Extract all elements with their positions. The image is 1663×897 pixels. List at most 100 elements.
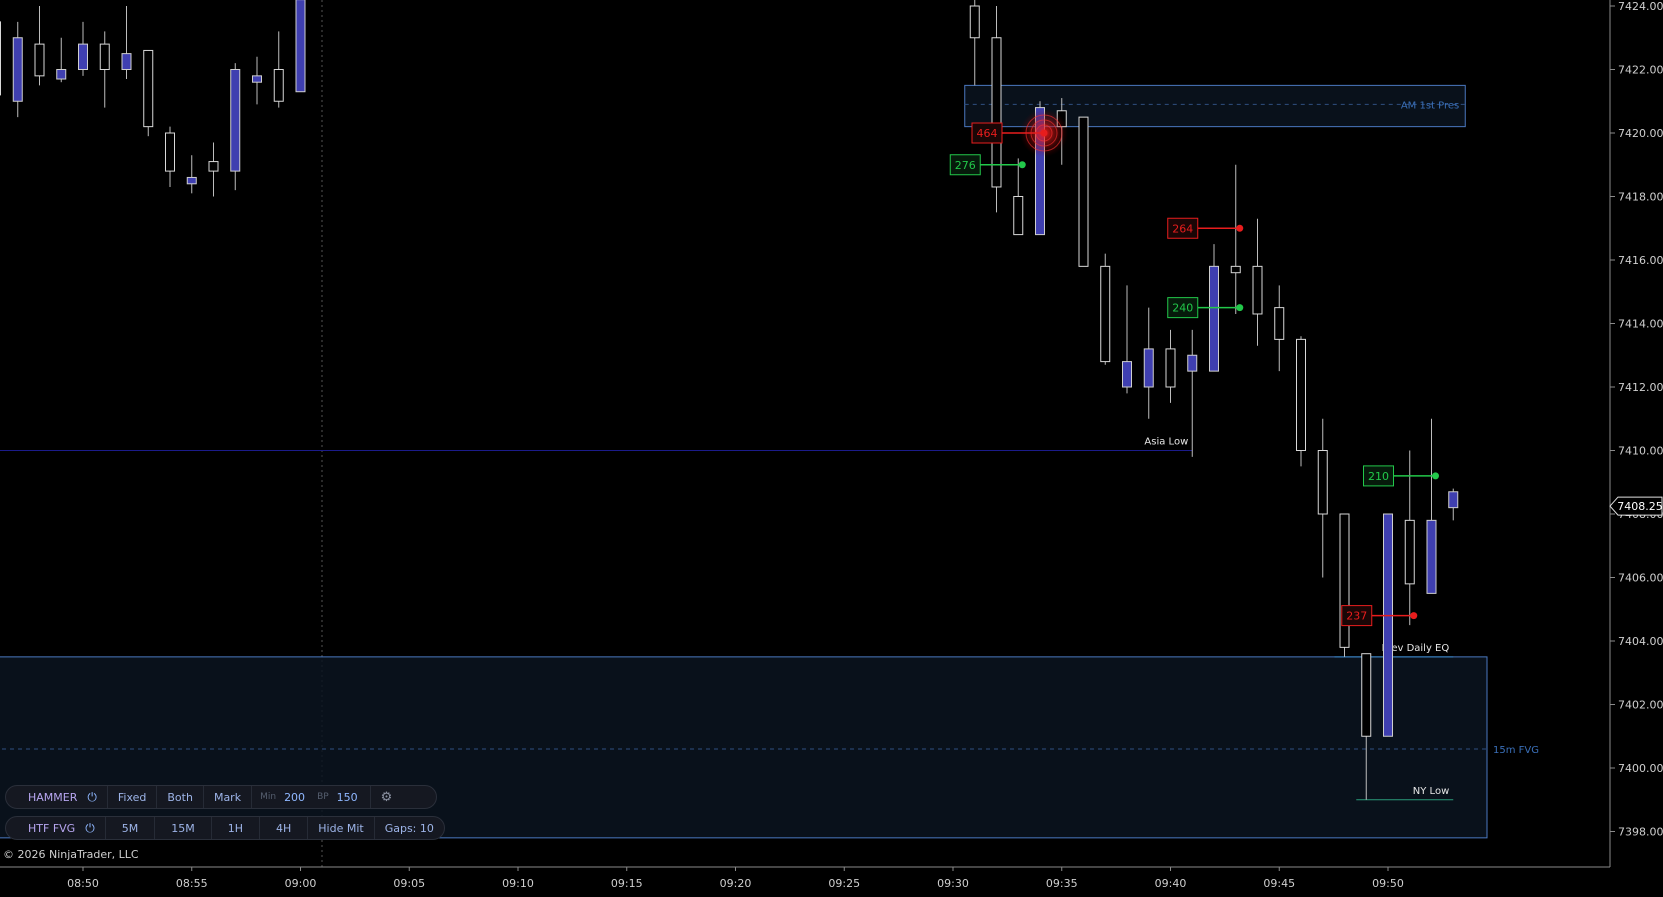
time-tick-label: 09:40	[1155, 877, 1187, 890]
candle-body	[186, 176, 197, 185]
settings-button[interactable]: ⚙	[371, 786, 403, 808]
candle-body	[1013, 196, 1024, 236]
htf-fvg-toolbar: HTF FVG ⏻ 5M 15M 1H 4H Hide Mit Gaps: 10	[5, 816, 445, 840]
price-tick-label: 7420.00	[1618, 127, 1663, 140]
candle-body	[1143, 348, 1154, 388]
power-icon[interactable]: ⏻	[85, 821, 95, 836]
price-tick-label: 7402.00	[1618, 699, 1663, 712]
candle-body	[1078, 116, 1089, 267]
zone-label: AM 1st Pres	[1401, 100, 1459, 111]
marker-value: 237	[1346, 610, 1367, 623]
candle-body	[252, 75, 262, 83]
price-tick-label: 7414.00	[1618, 318, 1663, 331]
time-tick-label: 09:45	[1263, 877, 1295, 890]
candle-body	[56, 69, 67, 80]
candle-body	[969, 5, 980, 39]
price-tick-label: 7424.00	[1618, 0, 1663, 13]
candle-body	[1274, 307, 1285, 340]
copyright-text: © 2026 NinjaTrader, LLC	[3, 848, 139, 861]
price-tick-label: 7400.00	[1618, 762, 1663, 775]
price-tick-label: 7404.00	[1618, 635, 1663, 648]
price-tick-label: 7418.00	[1618, 191, 1663, 204]
candle-body	[165, 132, 175, 172]
candle-body	[295, 0, 306, 93]
candle-body	[121, 53, 132, 70]
price-chart[interactable]: AM 1st Pres15m FVG Asia LowPrev Daily EQ…	[0, 0, 1663, 897]
candle-body	[1296, 338, 1306, 451]
time-tick-label: 09:30	[937, 877, 969, 890]
mode-button[interactable]: Fixed	[108, 786, 158, 808]
price-tick-label: 7422.00	[1618, 64, 1663, 77]
candle-body	[1165, 348, 1176, 388]
power-icon[interactable]: ⏻	[87, 790, 97, 805]
tf-4h-button[interactable]: 4H	[260, 817, 309, 839]
candle-body	[1383, 513, 1393, 737]
bp-value-input[interactable]: 150	[333, 791, 366, 804]
time-tick-label: 09:20	[720, 877, 752, 890]
time-tick-label: 09:35	[1046, 877, 1078, 890]
htf-fvg-toggle[interactable]: HTF FVG ⏻	[14, 817, 106, 839]
candle-body	[1100, 265, 1111, 363]
candle-body	[12, 37, 23, 102]
candle-body	[273, 69, 284, 102]
marker-value: 264	[1172, 222, 1193, 235]
price-tick-label: 7412.00	[1618, 381, 1663, 394]
tf-15m-button[interactable]: 15M	[155, 817, 212, 839]
price-tick-label: 7410.00	[1618, 445, 1663, 458]
candle-body	[230, 69, 241, 172]
candle-body	[1339, 513, 1350, 648]
bp-label: BP	[317, 792, 329, 802]
zone-15m-fvg	[0, 656, 1488, 839]
tf-1h-button[interactable]: 1H	[212, 817, 260, 839]
candle-body	[1252, 265, 1263, 315]
htf-fvg-title: HTF FVG	[28, 821, 76, 835]
marker-dot	[1236, 224, 1244, 232]
time-tick-label: 09:05	[393, 877, 425, 890]
hammer-toggle[interactable]: HAMMER ⏻	[14, 786, 108, 808]
marker-dot	[1236, 304, 1244, 312]
min-value-input[interactable]: 200	[280, 791, 313, 804]
candle-body	[1187, 354, 1198, 372]
candle-body	[78, 43, 88, 70]
marker-dot	[1432, 472, 1439, 480]
marker-dot	[1040, 129, 1048, 137]
zone-label: 15m FVG	[1493, 745, 1539, 756]
marker-value: 464	[977, 127, 998, 140]
hammer-toolbar: HAMMER ⏻ Fixed Both Mark Min 200 BP 150 …	[5, 785, 437, 809]
time-tick-label: 09:10	[502, 877, 534, 890]
time-tick-label: 08:50	[67, 877, 99, 890]
candle-body	[1317, 450, 1328, 515]
current-price-label: 7408.25	[1617, 500, 1663, 513]
candle-body	[1122, 361, 1132, 388]
hammer-title: HAMMER	[28, 790, 78, 804]
candle-body	[1209, 265, 1219, 372]
marker-value: 240	[1172, 302, 1193, 315]
gear-icon: ⚙	[380, 789, 393, 805]
hide-mitigated-button[interactable]: Hide Mit	[308, 817, 375, 839]
min-bp-group: Min 200 BP 150	[252, 786, 371, 808]
display-button[interactable]: Mark	[204, 786, 253, 808]
time-tick-label: 09:00	[285, 877, 317, 890]
price-tick-label: 7398.00	[1618, 826, 1663, 839]
candle-body	[0, 21, 1, 96]
candle-body	[99, 43, 110, 70]
level-label: Asia Low	[1144, 437, 1188, 448]
tf-5m-button[interactable]: 5M	[106, 817, 156, 839]
time-tick-label: 09:25	[828, 877, 860, 890]
time-tick-label: 08:55	[176, 877, 208, 890]
candle-body	[208, 161, 219, 172]
gaps-button[interactable]: Gaps: 10	[375, 817, 444, 839]
marker-dot	[1410, 612, 1418, 620]
price-tick-label: 7416.00	[1618, 254, 1663, 267]
candle-body	[1361, 653, 1372, 737]
candle-body	[1230, 265, 1241, 274]
candle-body	[1448, 491, 1459, 509]
price-tick-label: 7406.00	[1618, 572, 1663, 585]
marker-value: 276	[955, 159, 976, 172]
time-tick-label: 09:50	[1372, 877, 1404, 890]
candle-body	[34, 43, 45, 77]
candle-body	[143, 49, 154, 128]
level-label: NY Low	[1413, 786, 1449, 797]
direction-button[interactable]: Both	[157, 786, 204, 808]
marker-value: 210	[1368, 470, 1389, 483]
